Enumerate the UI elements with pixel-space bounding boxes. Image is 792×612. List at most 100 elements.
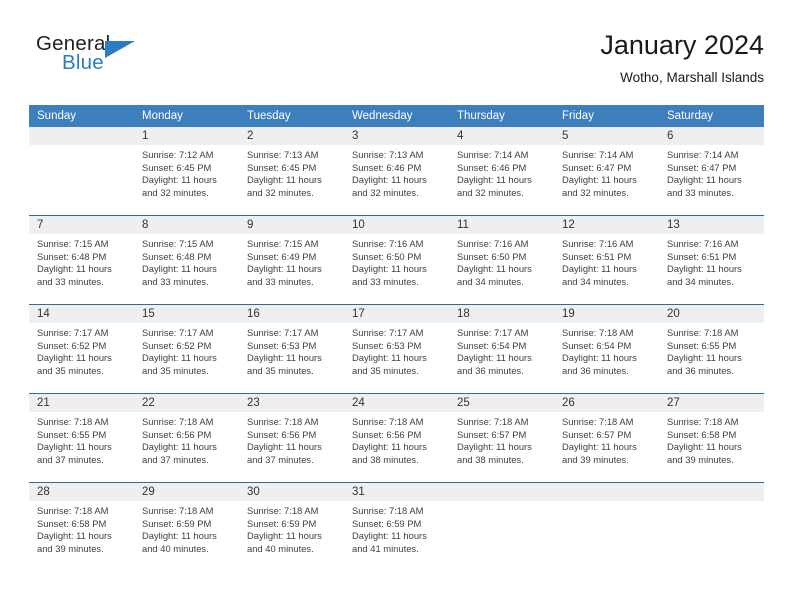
daylight-text-line1: Daylight: 11 hours — [352, 263, 427, 275]
calendar-table: Sunday Monday Tuesday Wednesday Thursday… — [29, 105, 764, 571]
daylight-text-line2: and 33 minutes. — [37, 275, 104, 287]
daylight-text-line2: and 35 minutes. — [142, 364, 209, 376]
logo-text-blue: Blue — [62, 51, 104, 74]
day-cell[interactable]: 8 Sunrise: 7:15 AM Sunset: 6:48 PM Daylight… — [134, 216, 239, 304]
day-number: 12 — [554, 216, 659, 234]
calendar-week-row: 1 Sunrise: 7:12 AM Sunset: 6:45 PM Daylight… — [29, 127, 764, 216]
day-details: Sunrise: 7:14 AM Sunset: 6:47 PM Daylight:… — [659, 145, 764, 199]
day-cell[interactable]: 9 Sunrise: 7:15 AM Sunset: 6:49 PM Daylight… — [239, 216, 344, 304]
calendar-cell — [554, 482, 659, 571]
daylight-text-line1: Daylight: 11 hours — [562, 352, 637, 364]
day-number — [554, 483, 659, 501]
weekday-header-saturday: Saturday — [659, 105, 764, 127]
calendar-cell: 25 Sunrise: 7:18 AM Sunset: 6:57 PM Dayligh… — [449, 393, 554, 483]
daylight-text-line1: Daylight: 11 hours — [247, 441, 322, 453]
day-cell[interactable]: 5 Sunrise: 7:14 AM Sunset: 6:47 PM Daylight… — [554, 127, 659, 215]
title-block: January 2024 Wotho, Marshall Islands — [600, 28, 764, 88]
page-subtitle: Wotho, Marshall Islands — [620, 70, 764, 85]
day-number: 10 — [344, 216, 449, 234]
day-cell[interactable]: 26 Sunrise: 7:18 AM Sunset: 6:57 PM Dayligh… — [554, 394, 659, 482]
day-cell[interactable]: 23 Sunrise: 7:18 AM Sunset: 6:56 PM Dayligh… — [239, 394, 344, 482]
day-number: 18 — [449, 305, 554, 323]
day-cell[interactable]: 3 Sunrise: 7:13 AM Sunset: 6:46 PM Daylight… — [344, 127, 449, 215]
sunrise-text: Sunrise: 7:16 AM — [457, 238, 529, 249]
day-number: 7 — [29, 216, 134, 234]
day-details: Sunrise: 7:18 AM Sunset: 6:59 PM Daylight:… — [239, 501, 344, 555]
sunset-text: Sunset: 6:56 PM — [247, 428, 317, 440]
calendar-cell: 31 Sunrise: 7:18 AM Sunset: 6:59 PM Dayligh… — [344, 482, 449, 571]
day-cell[interactable]: 11 Sunrise: 7:16 AM Sunset: 6:50 PM Dayligh… — [449, 216, 554, 304]
day-details: Sunrise: 7:16 AM Sunset: 6:51 PM Daylight:… — [659, 234, 764, 288]
sunrise-text: Sunrise: 7:18 AM — [142, 505, 214, 516]
daylight-text-line2: and 39 minutes. — [37, 542, 104, 554]
weekday-header-friday: Friday — [554, 105, 659, 127]
day-cell[interactable]: 16 Sunrise: 7:17 AM Sunset: 6:53 PM Dayligh… — [239, 305, 344, 393]
day-cell[interactable]: 30 Sunrise: 7:18 AM Sunset: 6:59 PM Dayligh… — [239, 483, 344, 571]
day-number: 27 — [659, 394, 764, 412]
daylight-text-line2: and 37 minutes. — [247, 453, 314, 465]
day-cell[interactable]: 20 Sunrise: 7:18 AM Sunset: 6:55 PM Dayligh… — [659, 305, 764, 393]
day-details: Sunrise: 7:18 AM Sunset: 6:57 PM Daylight:… — [554, 412, 659, 466]
day-cell[interactable]: 21 Sunrise: 7:18 AM Sunset: 6:55 PM Dayligh… — [29, 394, 134, 482]
sunset-text: Sunset: 6:57 PM — [457, 428, 527, 440]
day-cell[interactable]: 18 Sunrise: 7:17 AM Sunset: 6:54 PM Dayligh… — [449, 305, 554, 393]
day-cell[interactable]: 27 Sunrise: 7:18 AM Sunset: 6:58 PM Dayligh… — [659, 394, 764, 482]
day-cell[interactable]: 29 Sunrise: 7:18 AM Sunset: 6:59 PM Dayligh… — [134, 483, 239, 571]
day-cell[interactable]: 7 Sunrise: 7:15 AM Sunset: 6:48 PM Daylight… — [29, 216, 134, 304]
day-cell[interactable]: 31 Sunrise: 7:18 AM Sunset: 6:59 PM Dayligh… — [344, 483, 449, 571]
daylight-text-line1: Daylight: 11 hours — [457, 174, 532, 186]
day-cell[interactable]: 1 Sunrise: 7:12 AM Sunset: 6:45 PM Daylight… — [134, 127, 239, 215]
day-cell-empty — [449, 483, 554, 571]
calendar-week-row: 21 Sunrise: 7:18 AM Sunset: 6:55 PM Dayligh… — [29, 393, 764, 483]
day-cell[interactable]: 10 Sunrise: 7:16 AM Sunset: 6:50 PM Dayligh… — [344, 216, 449, 304]
day-cell[interactable]: 24 Sunrise: 7:18 AM Sunset: 6:56 PM Dayligh… — [344, 394, 449, 482]
day-cell[interactable]: 6 Sunrise: 7:14 AM Sunset: 6:47 PM Daylight… — [659, 127, 764, 215]
day-cell-empty — [659, 483, 764, 571]
daylight-text-line1: Daylight: 11 hours — [247, 352, 322, 364]
calendar-week-row: 14 Sunrise: 7:17 AM Sunset: 6:52 PM Dayligh… — [29, 304, 764, 394]
day-details: Sunrise: 7:18 AM Sunset: 6:56 PM Daylight:… — [344, 412, 449, 466]
day-cell[interactable]: 28 Sunrise: 7:18 AM Sunset: 6:58 PM Dayligh… — [29, 483, 134, 571]
daylight-text-line1: Daylight: 11 hours — [457, 441, 532, 453]
sunrise-text: Sunrise: 7:13 AM — [247, 149, 319, 160]
day-cell[interactable]: 14 Sunrise: 7:17 AM Sunset: 6:52 PM Dayligh… — [29, 305, 134, 393]
daylight-text-line2: and 33 minutes. — [352, 275, 419, 287]
day-cell[interactable]: 25 Sunrise: 7:18 AM Sunset: 6:57 PM Dayligh… — [449, 394, 554, 482]
sunrise-text: Sunrise: 7:17 AM — [352, 327, 424, 338]
day-details: Sunrise: 7:17 AM Sunset: 6:53 PM Daylight:… — [239, 323, 344, 377]
calendar-cell: 21 Sunrise: 7:18 AM Sunset: 6:55 PM Dayligh… — [29, 393, 134, 483]
calendar-cell: 8 Sunrise: 7:15 AM Sunset: 6:48 PM Daylight… — [134, 215, 239, 305]
day-cell[interactable]: 19 Sunrise: 7:18 AM Sunset: 6:54 PM Dayligh… — [554, 305, 659, 393]
day-number: 25 — [449, 394, 554, 412]
general-blue-logo[interactable]: General Blue — [29, 32, 249, 88]
sunset-text: Sunset: 6:55 PM — [37, 428, 107, 440]
sunset-text: Sunset: 6:50 PM — [457, 250, 527, 262]
day-details: Sunrise: 7:18 AM Sunset: 6:58 PM Daylight:… — [659, 412, 764, 466]
sunset-text: Sunset: 6:52 PM — [37, 339, 107, 351]
daylight-text-line2: and 40 minutes. — [247, 542, 314, 554]
daylight-text-line2: and 33 minutes. — [142, 275, 209, 287]
sunrise-text: Sunrise: 7:18 AM — [352, 416, 424, 427]
calendar-cell — [659, 482, 764, 571]
day-details: Sunrise: 7:18 AM Sunset: 6:55 PM Daylight:… — [659, 323, 764, 377]
day-cell[interactable]: 17 Sunrise: 7:17 AM Sunset: 6:53 PM Dayligh… — [344, 305, 449, 393]
sunset-text: Sunset: 6:48 PM — [37, 250, 107, 262]
day-cell[interactable]: 4 Sunrise: 7:14 AM Sunset: 6:46 PM Daylight… — [449, 127, 554, 215]
daylight-text-line2: and 36 minutes. — [562, 364, 629, 376]
daylight-text-line2: and 38 minutes. — [457, 453, 524, 465]
day-number: 29 — [134, 483, 239, 501]
daylight-text-line2: and 38 minutes. — [352, 453, 419, 465]
sunset-text: Sunset: 6:56 PM — [142, 428, 212, 440]
day-cell[interactable]: 13 Sunrise: 7:16 AM Sunset: 6:51 PM Dayligh… — [659, 216, 764, 304]
day-number: 15 — [134, 305, 239, 323]
sunrise-text: Sunrise: 7:14 AM — [562, 149, 634, 160]
day-cell[interactable]: 15 Sunrise: 7:17 AM Sunset: 6:52 PM Dayligh… — [134, 305, 239, 393]
day-cell[interactable]: 22 Sunrise: 7:18 AM Sunset: 6:56 PM Dayligh… — [134, 394, 239, 482]
day-cell[interactable]: 2 Sunrise: 7:13 AM Sunset: 6:45 PM Daylight… — [239, 127, 344, 215]
day-number: 17 — [344, 305, 449, 323]
day-cell[interactable]: 12 Sunrise: 7:16 AM Sunset: 6:51 PM Dayligh… — [554, 216, 659, 304]
sunset-text: Sunset: 6:50 PM — [352, 250, 422, 262]
day-details: Sunrise: 7:16 AM Sunset: 6:50 PM Daylight:… — [449, 234, 554, 288]
day-number: 26 — [554, 394, 659, 412]
sunrise-text: Sunrise: 7:18 AM — [247, 416, 319, 427]
